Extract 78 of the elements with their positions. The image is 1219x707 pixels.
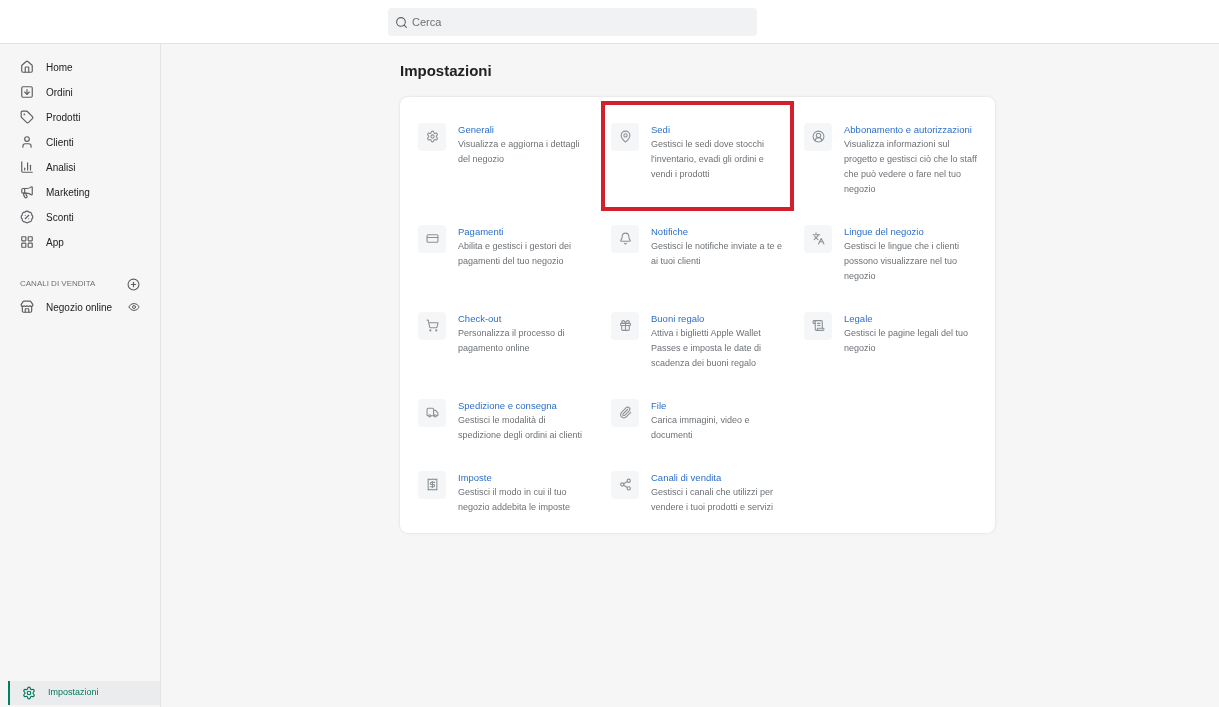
settings-item-description: Attiva i biglietti Apple Wallet Passes e imposta le date di scadenza dei buoni regalo [651,326,763,370]
settings-item-description: Visualizza e aggiorna i dettagli del negozio [458,137,581,166]
settings-item-title: Pagamenti [458,224,505,239]
paperclip-icon [618,406,632,419]
nav-item[interactable]: Analisi [20,156,140,178]
settings-item-description: Personalizza il processo di pagamento online [458,326,566,355]
settings-item-description: Abilita e gestisci i gestori dei pagamenti del tuo negozio [458,239,573,268]
search-icon [395,15,408,29]
settings-item-description: Gestisci i canali che utilizzi per vendere i tuoi prodotti e servizi [651,485,775,514]
page-title: Impostazioni [400,61,493,81]
settings-item-description: Gestisci le modalità di spedizione degli ordini ai clienti [458,413,584,442]
settings-item-description: Gestisci le pagine legali del tuo negozio [844,326,970,355]
card-icon [425,232,439,245]
bell-icon [618,232,632,245]
location-pin-icon [618,130,632,143]
truck-icon [425,406,439,419]
settings-item[interactable]: Check-out Personalizza il processo di pagamento online [412,293,597,381]
settings-item-description: Gestisci il modo in cui il tuo negozio addebita le imposte [458,485,572,514]
nav-item[interactable]: Negozio online [20,299,113,315]
settings-item[interactable]: Canali di vendita Gestisci i canali che utilizzi per vendere i tuoi prodotti e servizi [605,452,790,525]
person-icon [20,135,34,149]
settings-item-description: Gestisci le sedi dove stocchi l'inventario, evadi gli ordini e vendi i prodotti [651,137,766,181]
settings-item-title: Check-out [458,311,503,326]
settings-item[interactable]: Lingue del negozio Gestisci le lingue che i clienti possono visualizzare nel tuo negozio [798,206,983,294]
settings-item[interactable]: Spedizione e consegna Gestisci le modalità di spedizione degli ordini ai clienti [412,380,597,453]
storefront-icon [20,300,34,314]
settings-item-title: Notifiche [651,224,689,239]
nav-item[interactable]: Clienti [20,131,140,153]
eye-icon[interactable] [128,301,140,313]
bar-chart-icon [20,160,34,174]
settings-item[interactable]: Legale Gestisci le pagine legali del tuo negozio [798,293,983,381]
home-icon [20,60,34,74]
inbox-icon [20,85,34,99]
settings-item-title: Legale [844,311,874,326]
discount-badge-icon [20,210,34,224]
branch-icon [618,478,632,491]
nav-item[interactable]: Impostazioni [8,681,160,705]
settings-item[interactable]: Imposte Gestisci il modo in cui il tuo negozio addebita le imposte [412,452,597,525]
apps-grid-icon [20,235,34,249]
settings-item-description: Visualizza informazioni sul progetto e gestisci ciò che lo staff che può vedere o fare nel tuo negozio [844,137,977,196]
settings-item-description: Gestisci le notifiche inviate a te e ai tuoi clienti [651,239,784,268]
nav-item[interactable]: Home [20,56,140,78]
translate-icon [811,232,825,245]
settings-item-title: Imposte [458,470,493,485]
settings-item-title: Spedizione e consegna [458,398,558,413]
settings-item-title: File [651,398,668,413]
settings-item[interactable]: Abbonamento e autorizzazioni Visualizza informazioni sul progetto e gestisci ciò che lo staff che può vedere o fare nel tuo negozio [798,104,983,207]
settings-item[interactable]: Notifiche Gestisci le notifiche inviate a te e ai tuoi clienti [605,206,790,294]
settings-item[interactable]: Generali Visualizza e aggiorna i dettagli del negozio [412,104,597,207]
nav-item[interactable]: Sconti [20,206,140,228]
settings-item-title: Generali [458,122,495,137]
settings-item-title: Canali di vendita [651,470,723,485]
cart-icon [425,319,439,332]
settings-item-title: Abbonamento e autorizzazioni [844,122,973,137]
settings-item-description: Gestisci le lingue che i clienti possono visualizzare nel tuo negozio [844,239,961,283]
megaphone-icon [20,185,34,199]
settings-item-title: Lingue del negozio [844,224,925,239]
user-circle-icon [811,130,825,143]
gear-icon [22,686,36,700]
add-icon[interactable] [127,277,140,291]
tag-icon [20,110,34,124]
receipt-icon [425,478,439,491]
settings-item[interactable]: Pagamenti Abilita e gestisci i gestori dei pagamenti del tuo negozio [412,206,597,294]
nav-item[interactable]: App [20,231,140,253]
settings-item-title: Sedi [651,122,671,137]
gear-icon [425,130,439,143]
nav-item[interactable]: Prodotti [20,106,140,128]
search-field[interactable]: Cerca [388,7,757,36]
document-icon [811,319,825,332]
settings-item[interactable]: File Carica immagini, video e documenti [605,380,790,453]
nav-item[interactable]: Marketing [20,181,140,203]
settings-item-description: Carica immagini, video e documenti [651,413,751,442]
section-heading: CANALI DI VENDITA [20,278,96,290]
gift-icon [618,319,632,332]
settings-item[interactable]: Sedi Gestisci le sedi dove stocchi l'inventario, evadi gli ordini e vendi i prodotti [605,104,790,207]
settings-item-title: Buoni regalo [651,311,706,326]
settings-item[interactable]: Buoni regalo Attiva i biglietti Apple Wallet Passes e imposta le date di scadenza dei buoni regalo [605,293,790,381]
nav-item[interactable]: Ordini [20,81,140,103]
